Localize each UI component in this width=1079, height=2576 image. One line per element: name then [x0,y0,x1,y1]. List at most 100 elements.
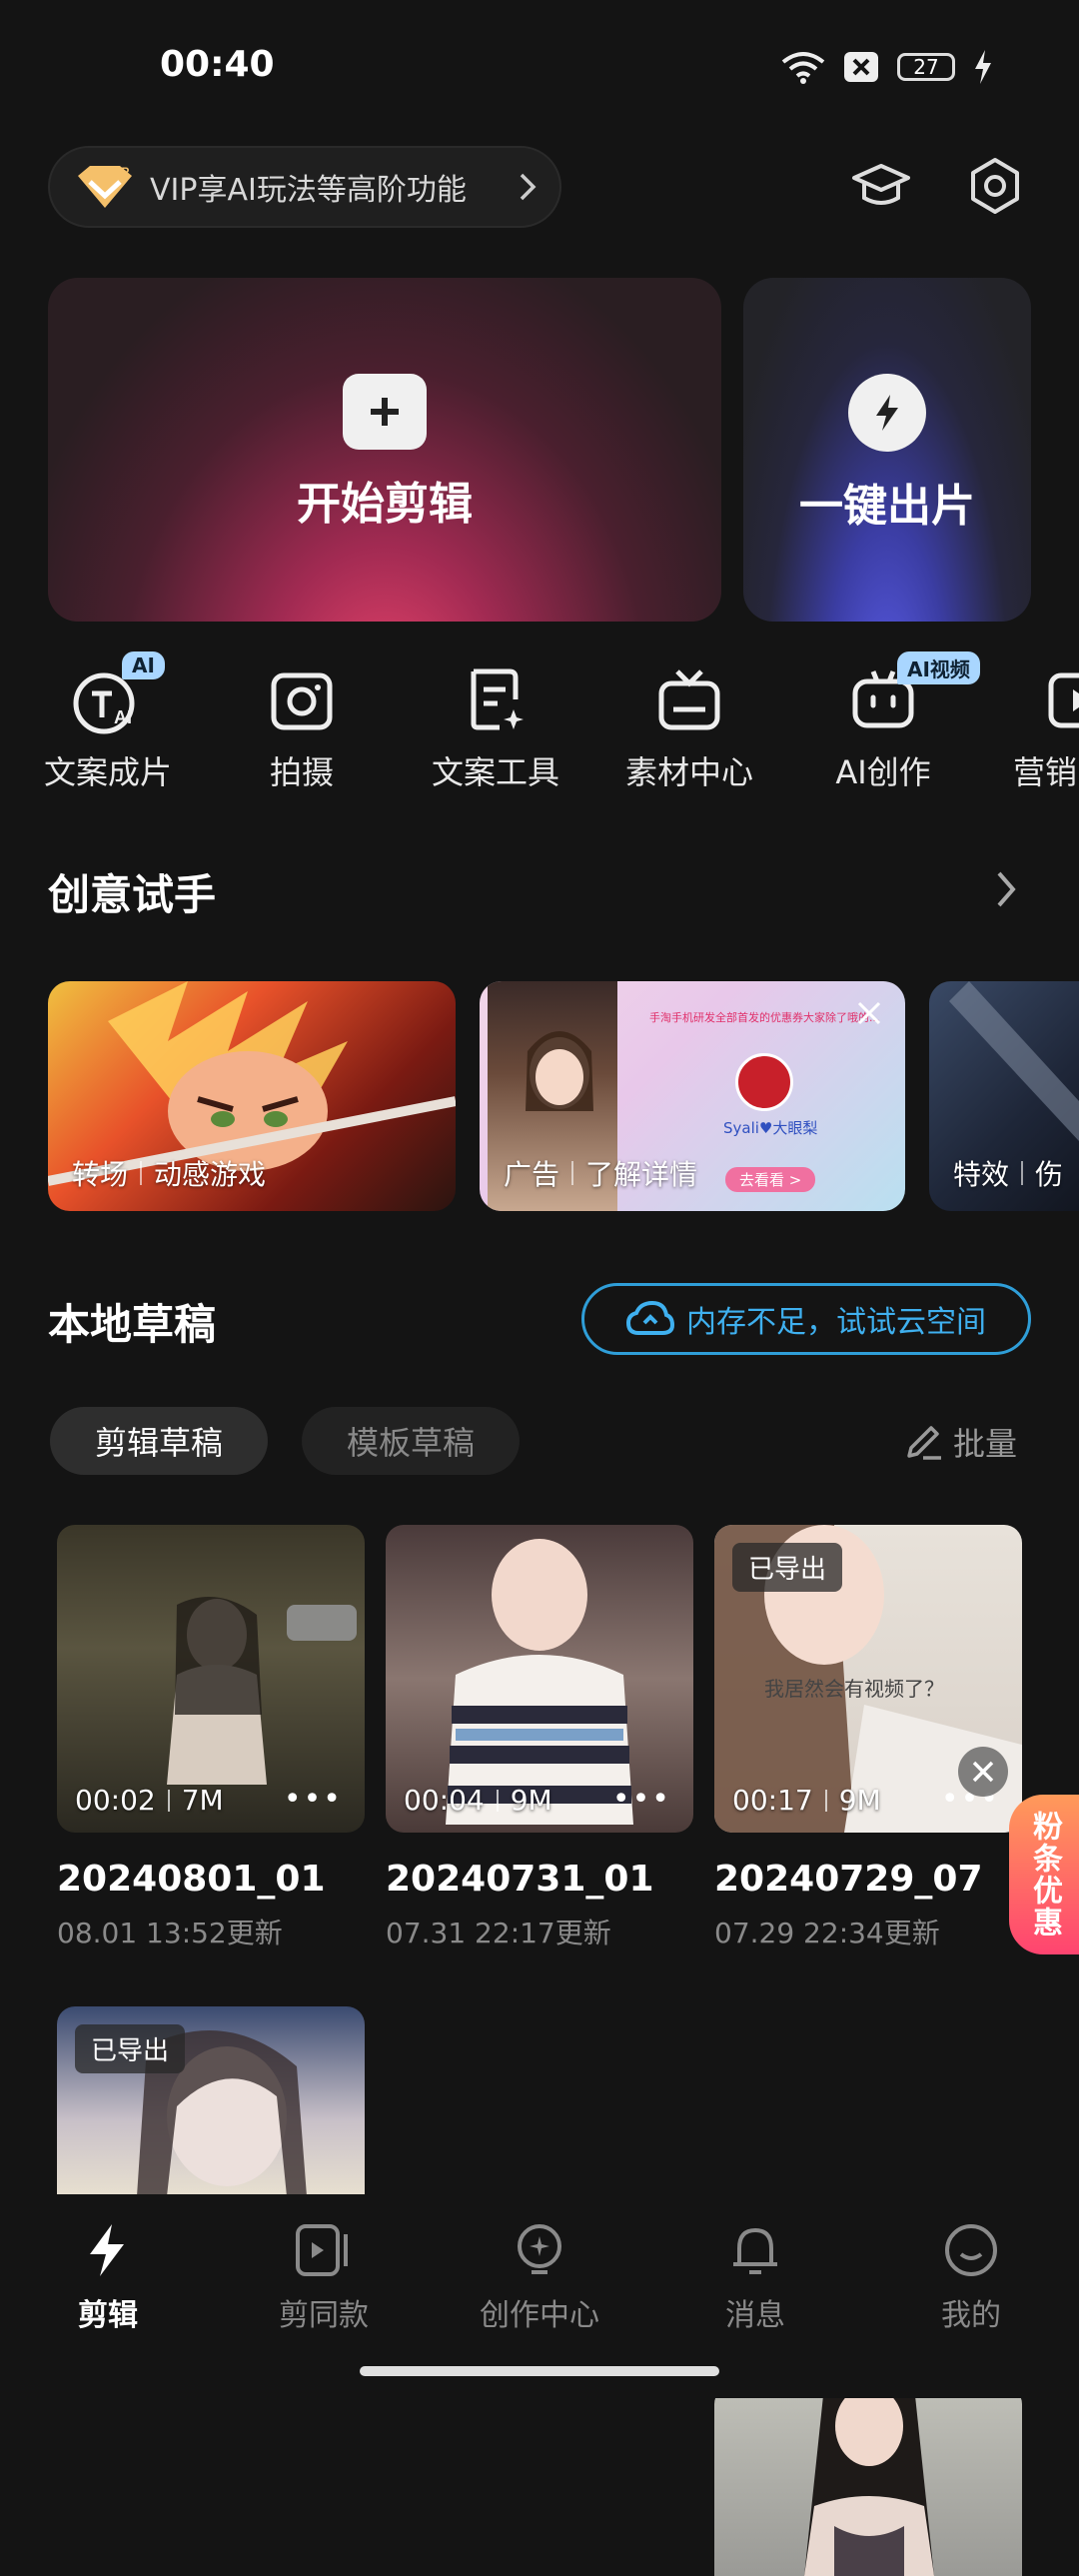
draft-name: 20240801_01 [57,1859,326,1900]
card-label: 特效伤 [953,1153,1063,1193]
nav-messages[interactable]: 消息 [665,2220,845,2334]
draft-name: 20240729_07 [714,1859,983,1900]
status-icons: 27 [781,50,993,84]
card-label: 广告 了解详情 [504,1153,697,1193]
draft-duration: 00:02 [75,1784,156,1817]
nav-template[interactable]: 剪同款 [234,2220,414,2334]
creative-section-title: 创意试手 [48,870,217,919]
promo-tag[interactable]: 粉条优惠 [1009,1795,1079,1954]
draft-duration: 00:04 [404,1784,485,1817]
bell-icon [733,2228,777,2274]
tab-edit-drafts[interactable]: 剪辑草稿 [50,1407,268,1475]
nav-creation-center[interactable]: 创作中心 [450,2220,629,2334]
tool-script-to-video[interactable]: AI AI 文案成片 [18,651,198,793]
script-tool-icon [471,668,524,730]
nav-edit[interactable]: 剪辑 [18,2220,198,2334]
tool-label: AI创作 [835,753,931,791]
ad-banner-text: 手淘手机研发全部首发的优惠券大家除了哦的... [649,1011,880,1024]
batch-button[interactable]: 批量 [903,1419,1017,1465]
charging-icon [975,50,991,84]
vip-banner[interactable]: VIP VIP享AI玩法等高阶功能 [48,146,561,228]
creative-card-transition[interactable]: 转场 动感游戏 [48,981,456,1211]
edit-bolt-icon [90,2224,124,2276]
draft-thumbnail[interactable]: 我居然会有视频了？ 已导出 00:17 9M ••• [714,1525,1022,1833]
settings-button[interactable] [959,150,1031,222]
creative-card-effect[interactable]: 特效伤 [929,981,1079,1211]
draft-thumbnail[interactable]: 00:02 7M ••• [57,1525,365,1833]
ad-cta-button[interactable]: 去看看 > [725,1167,816,1192]
tool-marketing[interactable]: 营销 [987,659,1079,793]
vip-crown-icon: VIP [78,165,132,208]
template-video-icon [296,2224,348,2276]
card-tag: 特效 [953,1158,1010,1191]
thumbnail-caption: 我居然会有视频了？ [764,1677,944,1701]
draft-size: 7M [181,1784,224,1817]
draft-meta: 00:02 7M [75,1784,224,1817]
draft-date: 08.01 13:52更新 [57,1917,283,1949]
tool-label: 文案工具 [431,753,559,791]
battery-icon: 27 [897,53,955,81]
more-icon[interactable]: ••• [612,1782,671,1817]
creative-more-chevron-icon[interactable] [995,869,1019,909]
nav-label: 消息 [725,2298,785,2333]
cloud-icon [626,1301,674,1335]
draft-item[interactable]: 00:02 7M ••• 20240801_01 08.01 13:52更新 [57,1525,365,1951]
material-box-icon [658,669,720,730]
card-label: 转场 动感游戏 [72,1153,266,1193]
one-click-label: 一键出片 [799,481,975,532]
draft-item[interactable]: 我居然会有视频了？ 已导出 00:17 9M ••• 20240729_07 07… [714,1525,1022,1951]
tab-template-drafts[interactable]: 模板草稿 [302,1407,520,1475]
draft-thumbnail[interactable]: 已导出 [57,2006,365,2196]
nav-label: 剪辑 [78,2298,138,2333]
tool-material-center[interactable]: 素材中心 [599,659,779,793]
card-tag: 转场 [72,1158,129,1191]
exported-badge: 已导出 [732,1543,843,1592]
card-name: 了解详情 [585,1158,698,1191]
tool-label: 素材中心 [624,753,753,791]
ad-close-icon[interactable] [855,999,883,1027]
chevron-right-icon [520,173,537,201]
draft-meta: 00:04 9M [404,1784,552,1817]
batch-label: 批量 [952,1425,1017,1463]
draft-item[interactable]: 00:04 9M ••• 20240731_01 07.31 22:17更新 [386,1525,693,1951]
cloud-space-button[interactable]: 内存不足，试试云空间 [581,1283,1031,1355]
tool-label: 营销 [1013,753,1078,791]
more-icon[interactable]: ••• [284,1782,343,1817]
one-click-card[interactable]: 一键出片 [743,278,1031,622]
tool-script[interactable]: 文案工具 [406,659,585,793]
settings-icon [971,158,1019,214]
drafts-section-title: 本地草稿 [48,1300,217,1349]
nav-label: 我的 [941,2298,1001,2333]
camera-icon [271,672,333,730]
vip-text: VIP享AI玩法等高阶功能 [150,173,467,208]
tool-ai-create[interactable]: AI视频 AI创作 [793,651,980,793]
sim-blocked-icon [844,52,878,82]
start-edit-card[interactable]: 开始剪辑 [48,278,721,622]
wifi-icon [781,52,825,84]
lightbulb-icon [518,2224,561,2274]
ai-video-badge: AI视频 [897,651,980,684]
battery-level: 27 [913,55,939,79]
status-time: 00:40 [160,44,275,85]
ad-account-name: Syali♥大眼梨 [723,1119,818,1137]
ad-avatar [735,1053,793,1111]
tool-shoot[interactable]: 拍摄 [212,659,392,793]
draft-thumbnail[interactable] [714,2386,1022,2576]
close-icon[interactable] [958,1747,1008,1797]
graduation-cap-icon [852,164,910,205]
draft-name: 20240731_01 [386,1859,654,1900]
creative-card-ad[interactable]: 手淘手机研发全部首发的优惠券大家除了哦的... Syali♥大眼梨 去看看 > … [480,981,905,1211]
bolt-icon [848,374,926,452]
exported-badge: 已导出 [75,2024,186,2073]
edit-pencil-icon [907,1426,941,1460]
home-indicator[interactable] [360,2366,719,2376]
draft-thumbnail[interactable]: 00:04 9M ••• [386,1525,693,1833]
marketing-video-icon [1048,672,1079,728]
tool-label: 文案成片 [43,753,172,791]
cloud-space-label: 内存不足，试试云空间 [686,1305,986,1340]
draft-date: 07.29 22:34更新 [714,1917,940,1949]
nav-profile[interactable]: 我的 [881,2220,1061,2334]
draft-meta: 00:17 9M [732,1784,881,1817]
card-name: 伤 [1035,1158,1064,1191]
tutorial-button[interactable] [845,150,917,222]
